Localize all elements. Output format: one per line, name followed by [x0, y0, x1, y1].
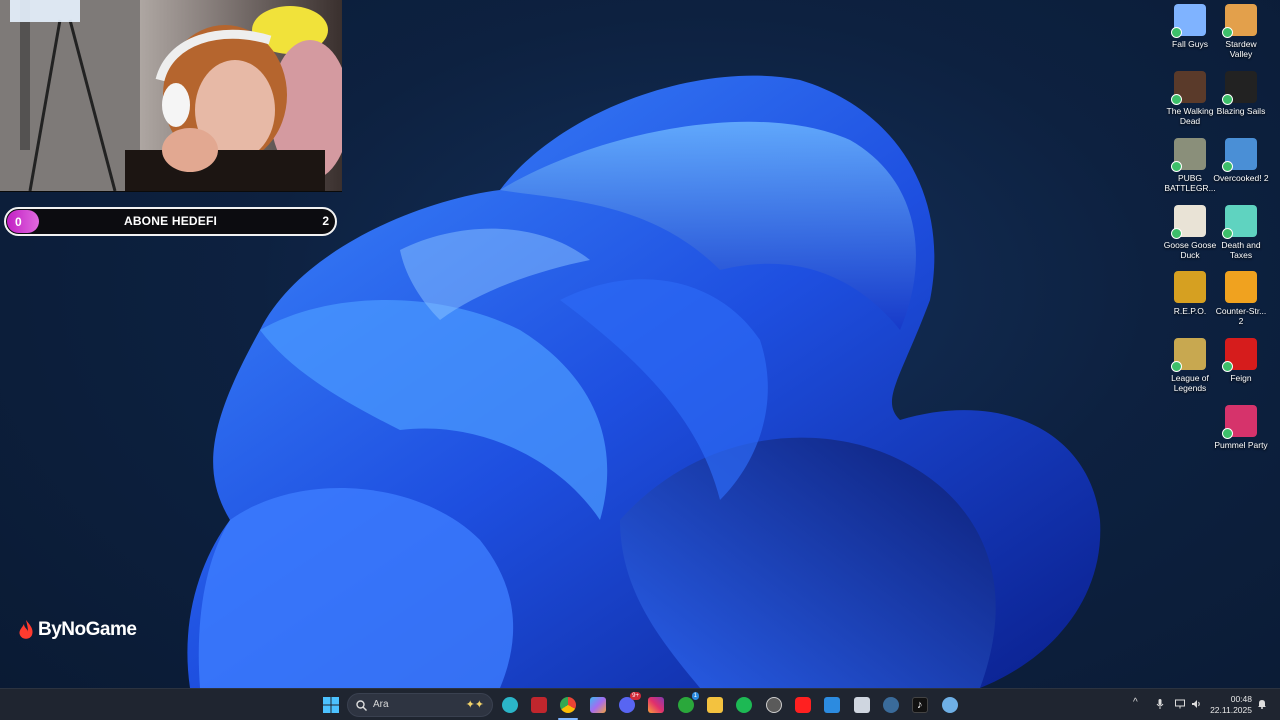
chevron-up-icon[interactable]: ^ — [1133, 697, 1138, 708]
desktop-icon-label: R.E.P.O. — [1173, 306, 1207, 316]
speaker-icon[interactable] — [1191, 699, 1201, 709]
sync-check-icon — [1222, 428, 1233, 439]
sync-check-icon — [1222, 27, 1233, 38]
pubg-icon — [1171, 138, 1206, 172]
desktop-icon-the-walking-dead[interactable]: The Walking Dead — [1162, 71, 1218, 126]
stardew-valley-icon — [1222, 4, 1257, 38]
sync-check-icon — [1222, 361, 1233, 372]
goal-title: ABONE HEDEFI — [123, 214, 218, 228]
desktop-icon-label: Blazing Sails — [1216, 106, 1266, 116]
sync-check-icon — [1222, 161, 1233, 172]
instagram-icon[interactable] — [648, 697, 664, 713]
webcam-feed — [0, 0, 342, 191]
clock[interactable]: 00:48 22.11.2025 — [1210, 694, 1252, 716]
sync-check-icon — [1222, 228, 1233, 239]
desktop-icon-label: Fall Guys — [1172, 39, 1208, 49]
app-red-icon[interactable] — [531, 697, 547, 713]
desktop-icon-label: Stardew Valley — [1225, 39, 1257, 59]
desktop-icon-pummel-party[interactable]: Pummel Party — [1213, 405, 1269, 450]
discord-badge: 9+ — [630, 692, 641, 700]
webcam-overlay — [0, 0, 342, 192]
file-explorer-icon[interactable] — [707, 697, 723, 713]
sync-check-icon — [1171, 228, 1182, 239]
tiktok-icon[interactable]: ♪ — [912, 697, 928, 713]
desktop-icon-fall-guys[interactable]: Fall Guys — [1162, 4, 1218, 49]
bynogame-flame-icon — [19, 620, 33, 639]
copilot-icon[interactable] — [590, 697, 606, 713]
epic-games-icon — [1222, 71, 1257, 105]
goal-current: 0 — [7, 210, 39, 233]
taskbar: Ara ✦✦ 9+ 1 ♪ ^ 00:48 22.11.2025 — [0, 688, 1280, 720]
desktop-icon-death-and-taxes[interactable]: Death and Taxes — [1213, 205, 1269, 260]
pummel-party-icon — [1222, 405, 1257, 439]
desktop-icon-pubg[interactable]: PUBG BATTLEGR... — [1162, 138, 1218, 193]
obs-icon[interactable] — [766, 697, 782, 713]
sync-check-icon — [1171, 27, 1182, 38]
xbox-badge: 1 — [691, 692, 699, 700]
desktop-icon-overcooked-2[interactable]: Overcooked! 2 — [1213, 138, 1269, 183]
sync-check-icon — [1171, 94, 1182, 105]
desktop-icon-blazing-sails[interactable]: Blazing Sails — [1213, 71, 1269, 116]
clock-time: 00:48 — [1230, 694, 1252, 704]
desktop-icon-label: Goose Goose Duck — [1163, 240, 1217, 260]
chrome-icon[interactable] — [560, 697, 576, 713]
sparkle-icon: ✦✦ — [465, 699, 484, 711]
desktop-icon-label: Death and Taxes — [1221, 240, 1261, 260]
desktop-icon-label: Counter-Str... 2 — [1215, 306, 1267, 326]
search-placeholder: Ara — [373, 699, 389, 710]
subscriber-goal-bar: ABONE HEDEFI 0 2 — [4, 207, 337, 236]
desktop-icon-league-of-legends[interactable]: League of Legends — [1162, 338, 1218, 393]
sync-check-icon — [1171, 361, 1182, 372]
notification-bell-icon[interactable] — [1257, 699, 1267, 709]
desktop-icon-label: PUBG BATTLEGR... — [1164, 173, 1216, 193]
desktop-icon-label: Overcooked! 2 — [1213, 173, 1269, 183]
bynogame-logo: ByNoGame — [16, 619, 137, 641]
desktop-icon-counter-strike-2[interactable]: Counter-Str... 2 — [1213, 271, 1269, 326]
xbox-icon[interactable]: 1 — [678, 692, 699, 713]
settings-app-icon[interactable] — [942, 697, 958, 713]
sync-check-icon — [1171, 161, 1182, 172]
discord-icon[interactable]: 9+ — [619, 692, 641, 713]
desktop-icon-label: The Walking Dead — [1166, 106, 1214, 126]
overcooked-icon — [1222, 138, 1257, 172]
desktop-icon-repo[interactable]: R.E.P.O. — [1162, 271, 1218, 316]
brand-text: ByNoGame — [38, 619, 137, 640]
league-of-legends-icon — [1171, 338, 1206, 372]
death-and-taxes-icon — [1222, 205, 1257, 239]
repo-icon — [1174, 271, 1206, 303]
search-icon — [356, 700, 367, 711]
microphone-icon[interactable] — [1155, 699, 1165, 709]
windows-logo-icon — [323, 697, 339, 713]
desktop-icon-goose-goose-duck[interactable]: Goose Goose Duck — [1162, 205, 1218, 260]
desktop-icon-stardew-valley[interactable]: Stardew Valley — [1213, 4, 1269, 59]
tiktok-note-icon: ♪ — [917, 699, 923, 711]
taskbar-search[interactable]: Ara ✦✦ — [347, 693, 493, 717]
feign-icon — [1222, 338, 1257, 372]
sync-check-icon — [1222, 94, 1233, 105]
steam-icon[interactable] — [883, 697, 899, 713]
fall-guys-icon — [1171, 4, 1206, 38]
notepad-icon[interactable] — [854, 697, 870, 713]
spotify-icon[interactable] — [736, 697, 752, 713]
counter-strike-icon — [1225, 271, 1257, 303]
goose-goose-duck-icon — [1171, 205, 1206, 239]
youtube-icon[interactable] — [795, 697, 811, 713]
walking-dead-icon — [1171, 71, 1206, 105]
desktop-icon-label: Pummel Party — [1214, 440, 1268, 450]
edge-icon[interactable] — [502, 697, 518, 713]
clock-date: 22.11.2025 — [1210, 705, 1252, 715]
start-button[interactable] — [323, 697, 339, 713]
mail-icon[interactable] — [824, 697, 840, 713]
desktop-icon-label: Feign — [1230, 373, 1252, 383]
monitor-icon[interactable] — [1175, 699, 1185, 709]
desktop-icon-label: League of Legends — [1171, 373, 1209, 393]
desktop-icon-feign[interactable]: Feign — [1213, 338, 1269, 383]
goal-target: 2 — [322, 214, 329, 228]
